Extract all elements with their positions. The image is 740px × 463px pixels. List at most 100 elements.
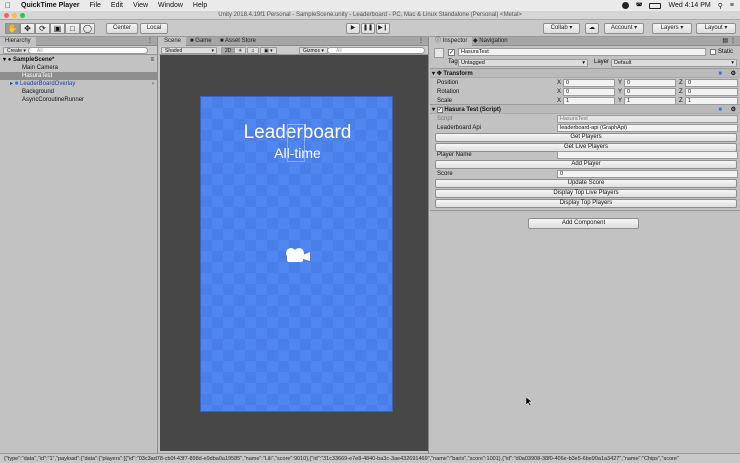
- score-field[interactable]: 0: [557, 170, 738, 178]
- active-checkbox[interactable]: ✓: [448, 49, 455, 56]
- panel-menu-icon[interactable]: ⋮: [147, 37, 153, 46]
- display-top-players-button[interactable]: Display Top Players: [435, 199, 737, 208]
- tab-hierarchy[interactable]: Hierarchy: [0, 37, 36, 46]
- scene-menu-icon[interactable]: ≡: [150, 56, 154, 64]
- spotlight-icon[interactable]: ⚲: [718, 2, 723, 10]
- hierarchy-item-main-camera[interactable]: Main Camera: [0, 64, 158, 72]
- move-tool-icon[interactable]: ✥: [20, 23, 35, 34]
- lighting-toggle-icon[interactable]: ☀: [234, 47, 247, 54]
- menu-help[interactable]: Help: [188, 2, 212, 9]
- camera-gizmo-icon[interactable]: [285, 247, 311, 263]
- layer-dropdown[interactable]: Default ▾: [611, 59, 737, 67]
- panel-menu-icon[interactable]: ⋮: [418, 37, 424, 46]
- rotation-x-field[interactable]: 0: [563, 88, 615, 96]
- step-button[interactable]: ▶❙: [376, 23, 390, 34]
- scene-search-placeholder: All: [336, 48, 342, 54]
- panel-menu-icon[interactable]: ⋮: [730, 37, 736, 46]
- menu-edit[interactable]: Edit: [106, 2, 128, 9]
- scene-root-row[interactable]: ▾ ● SampleScene* ≡: [0, 56, 158, 64]
- object-name-field[interactable]: HasuraTest: [458, 48, 706, 56]
- scene-search-input[interactable]: All: [327, 47, 425, 54]
- console-status-bar[interactable]: {"type":"data","id":"1","payload":{"data…: [0, 453, 740, 463]
- account-button[interactable]: Account ▾: [604, 23, 644, 34]
- expand-arrow-icon[interactable]: ▾: [0, 57, 6, 63]
- game-canvas-preview[interactable]: Leaderboard All-time: [200, 96, 393, 412]
- leaderboard-api-field[interactable]: leaderboard-api (GraphApi): [557, 124, 738, 132]
- menu-app-name[interactable]: QuickTime Player: [16, 2, 85, 9]
- tab-navigation[interactable]: ◆ Navigation: [468, 37, 513, 46]
- script-value: HasuraTest: [560, 116, 588, 122]
- apple-icon[interactable]: : [0, 1, 16, 10]
- position-z-field[interactable]: 0: [685, 79, 738, 87]
- layout-button[interactable]: Layout ▾: [696, 23, 736, 34]
- menu-view[interactable]: View: [128, 2, 153, 9]
- transform-title: Transform: [443, 71, 473, 77]
- tab-asset-store[interactable]: ■ Asset Store: [215, 37, 261, 46]
- hierarchy-panel: Hierarchy ⋮ Create ▾ All ▾ ● SampleScene…: [0, 37, 158, 453]
- pause-button[interactable]: ❚❚: [361, 23, 375, 34]
- score-label: Score: [437, 171, 453, 177]
- wifi-icon[interactable]: ◚: [636, 2, 643, 10]
- create-button[interactable]: Create ▾: [3, 47, 30, 54]
- pivot-center-button[interactable]: Center: [106, 23, 138, 34]
- get-players-button[interactable]: Get Players: [435, 133, 737, 142]
- transform-header[interactable]: ▾ ✥ Transform ■ ⚙: [430, 68, 740, 78]
- collapse-arrow-icon[interactable]: ▾: [430, 71, 435, 77]
- effects-toggle-icon[interactable]: ▣ ▾: [260, 47, 277, 54]
- hierarchy-item-leaderboardoverlay[interactable]: ▸ ■ LeaderBoardOverlay ›: [0, 80, 158, 88]
- collab-button[interactable]: Collab ▾: [543, 23, 580, 34]
- script-component-header[interactable]: ▾ ✓ Hasura Test (Script) ■ ⚙: [430, 104, 740, 114]
- menu-list-icon[interactable]: ≡: [730, 2, 734, 9]
- update-score-button[interactable]: Update Score: [435, 179, 737, 188]
- add-player-button[interactable]: Add Player: [435, 160, 737, 169]
- cloud-icon[interactable]: ☁: [585, 23, 599, 34]
- tab-scene[interactable]: Scene: [159, 37, 187, 46]
- play-button[interactable]: ▶: [346, 23, 360, 34]
- layout-label: Layout: [704, 25, 723, 31]
- window-close-button[interactable]: [4, 13, 9, 18]
- expand-arrow-icon[interactable]: ▸: [10, 81, 13, 87]
- layers-label: Layers: [660, 25, 679, 31]
- layers-button[interactable]: Layers ▾: [652, 23, 692, 34]
- tag-dropdown[interactable]: Untagged ▾: [458, 59, 588, 67]
- hierarchy-item-background[interactable]: Background: [0, 88, 158, 96]
- player-name-field[interactable]: [557, 151, 738, 159]
- tab-game[interactable]: ■ Game: [185, 37, 217, 46]
- hierarchy-item-asynccoroutinerunner[interactable]: AsyncCoroutineRunner: [0, 96, 158, 104]
- hand-tool-icon[interactable]: ✋: [5, 23, 20, 34]
- rotation-z-field[interactable]: 0: [685, 88, 738, 96]
- hierarchy-item-hasuratest[interactable]: HasuraTest: [0, 72, 158, 80]
- audio-toggle-icon[interactable]: ♫: [247, 47, 259, 54]
- static-checkbox[interactable]: [710, 49, 716, 55]
- enabled-checkbox[interactable]: ✓: [436, 107, 443, 113]
- prefab-arrow-icon[interactable]: ›: [152, 80, 154, 88]
- pivot-local-button[interactable]: Local: [140, 23, 168, 34]
- position-y-field[interactable]: 0: [624, 79, 676, 87]
- shading-mode-dropdown[interactable]: Shaded ▾: [161, 47, 217, 54]
- transform-tool-icon[interactable]: ◯: [80, 23, 95, 34]
- position-x-field[interactable]: 0: [563, 79, 615, 87]
- collapse-arrow-icon[interactable]: ▾: [430, 107, 435, 113]
- scale-tool-icon[interactable]: ▣: [50, 23, 65, 34]
- rect-gizmo[interactable]: [287, 124, 305, 162]
- lock-icon[interactable]: ▤: [722, 37, 728, 46]
- window-minimize-button[interactable]: [12, 13, 17, 18]
- record-icon[interactable]: [621, 2, 629, 9]
- add-player-label: Add Player: [571, 161, 601, 167]
- tab-inspector[interactable]: ⓘ Inspector: [430, 37, 473, 46]
- rect-tool-icon[interactable]: □: [65, 23, 80, 34]
- hierarchy-search-input[interactable]: All: [28, 47, 148, 54]
- battery-icon[interactable]: [649, 2, 662, 9]
- clock[interactable]: Wed 4:14 PM: [668, 2, 710, 9]
- scene-viewport[interactable]: Leaderboard All-time: [160, 55, 428, 451]
- hierarchy-item-label: LeaderBoardOverlay: [19, 81, 76, 87]
- menu-window[interactable]: Window: [153, 2, 188, 9]
- window-zoom-button[interactable]: [20, 13, 25, 18]
- rotate-tool-icon[interactable]: ⟳: [35, 23, 50, 34]
- gizmos-dropdown[interactable]: Gizmos ▾: [299, 47, 328, 54]
- scene-tabbar: Scene ■ Game ■ Asset Store ⋮: [159, 37, 428, 46]
- display-top-live-players-button[interactable]: Display Top Live Players: [435, 189, 737, 198]
- rotation-y-field[interactable]: 0: [624, 88, 676, 96]
- add-component-button[interactable]: Add Component: [528, 218, 639, 229]
- menu-file[interactable]: File: [85, 2, 106, 9]
